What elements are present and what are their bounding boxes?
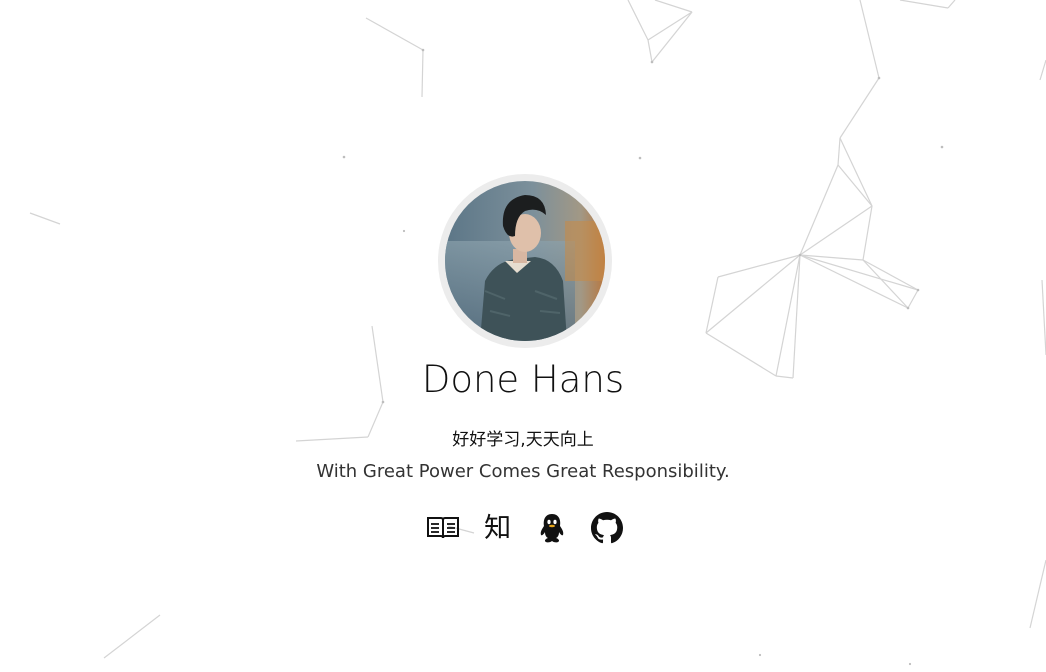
zhihu-link[interactable]: 知 <box>478 508 518 548</box>
social-links: 知 <box>423 508 627 548</box>
zhihu-icon: 知 <box>484 512 512 544</box>
blog-link[interactable] <box>423 508 463 548</box>
qq-link[interactable] <box>532 508 572 548</box>
github-icon <box>590 512 623 544</box>
profile-motto: 好好学习,天天向上 <box>452 430 594 450</box>
profile-card: Done Hans 好好学习,天天向上 With Great Power Com… <box>0 0 1046 672</box>
profile-name: Done Hans <box>421 358 625 401</box>
avatar <box>445 181 605 341</box>
github-link[interactable] <box>587 508 627 548</box>
avatar-ring <box>438 174 612 348</box>
book-icon <box>427 517 459 539</box>
profile-tagline: With Great Power Comes Great Responsibil… <box>316 461 730 482</box>
qq-penguin-icon <box>541 514 564 543</box>
